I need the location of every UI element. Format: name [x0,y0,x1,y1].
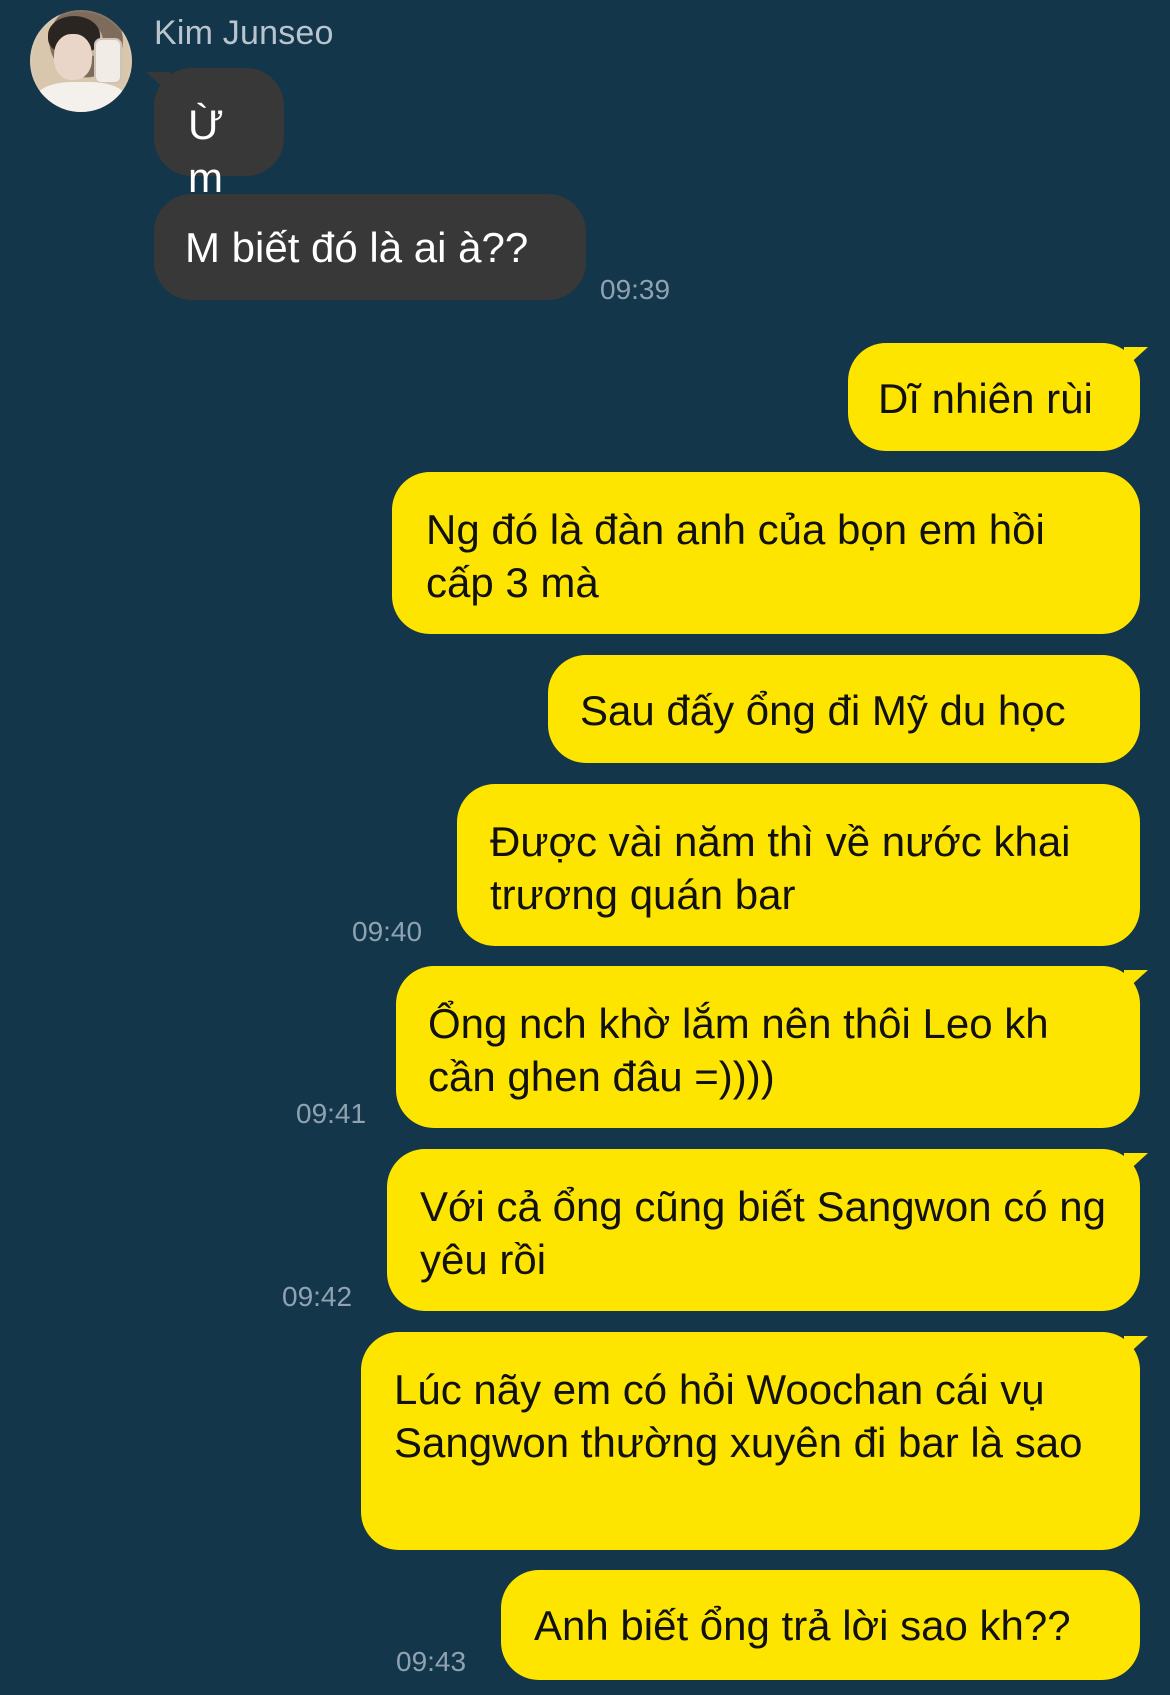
bubble-tail [1124,1153,1148,1175]
outgoing-message-bubble[interactable]: Ng đó là đàn anh của bọn em hồi cấp 3 mà [392,472,1140,634]
message-text: Ổng nch khờ lắm nên thôi Leo kh cần ghen… [428,1000,1049,1100]
message-text: Ừm [188,101,224,201]
outgoing-message-bubble[interactable]: Anh biết ổng trả lời sao kh?? [501,1570,1140,1680]
bubble-tail [1124,1336,1148,1358]
sender-name: Kim Junseo [154,14,334,52]
incoming-message-bubble[interactable]: M biết đó là ai à?? [154,194,586,300]
message-text: Được vài năm thì về nước khai trương quá… [490,818,1071,918]
outgoing-message-bubble[interactable]: Dĩ nhiên rùi [848,343,1148,451]
message-timestamp: 09:43 [396,1646,467,1677]
message-text: Với cả ổng cũng biết Sangwon có ng yêu r… [420,1183,1107,1283]
outgoing-message-bubble[interactable]: Với cả ổng cũng biết Sangwon có ng yêu r… [387,1149,1148,1311]
incoming-message-bubble[interactable]: Ừm [146,68,284,201]
message-timestamp: 09:39 [600,274,671,305]
message-text: Sau đấy ổng đi Mỹ du học [580,687,1066,734]
message-text: Dĩ nhiên rùi [878,375,1093,422]
message-text: M biết đó là ai à?? [185,224,529,271]
bubble-tail [1124,970,1148,992]
message-text: Ng đó là đàn anh của bọn em hồi cấp 3 mà [426,506,1045,606]
bubble-tail [146,72,170,94]
avatar-phone-shape [94,38,122,84]
message-timestamp: 09:41 [296,1098,367,1129]
outgoing-message-bubble[interactable]: Lúc nãy em có hỏi Woochan cái vụ Sangwon… [361,1332,1148,1550]
message-timestamp: 09:40 [352,916,423,947]
outgoing-message-bubble[interactable]: Được vài năm thì về nước khai trương quá… [457,784,1140,946]
bubble-tail [1124,347,1148,369]
message-text: Anh biết ổng trả lời sao kh?? [534,1602,1071,1649]
outgoing-message-bubble[interactable]: Ổng nch khờ lắm nên thôi Leo kh cần ghen… [396,966,1148,1128]
message-text: Lúc nãy em có hỏi Woochan cái vụ Sangwon… [394,1366,1083,1466]
outgoing-message-bubble[interactable]: Sau đấy ổng đi Mỹ du học [548,655,1140,763]
avatar-sweater-shape [36,82,126,112]
message-timestamp: 09:42 [282,1281,353,1312]
avatar-face-shape [54,34,92,80]
sender-avatar[interactable] [30,10,132,112]
